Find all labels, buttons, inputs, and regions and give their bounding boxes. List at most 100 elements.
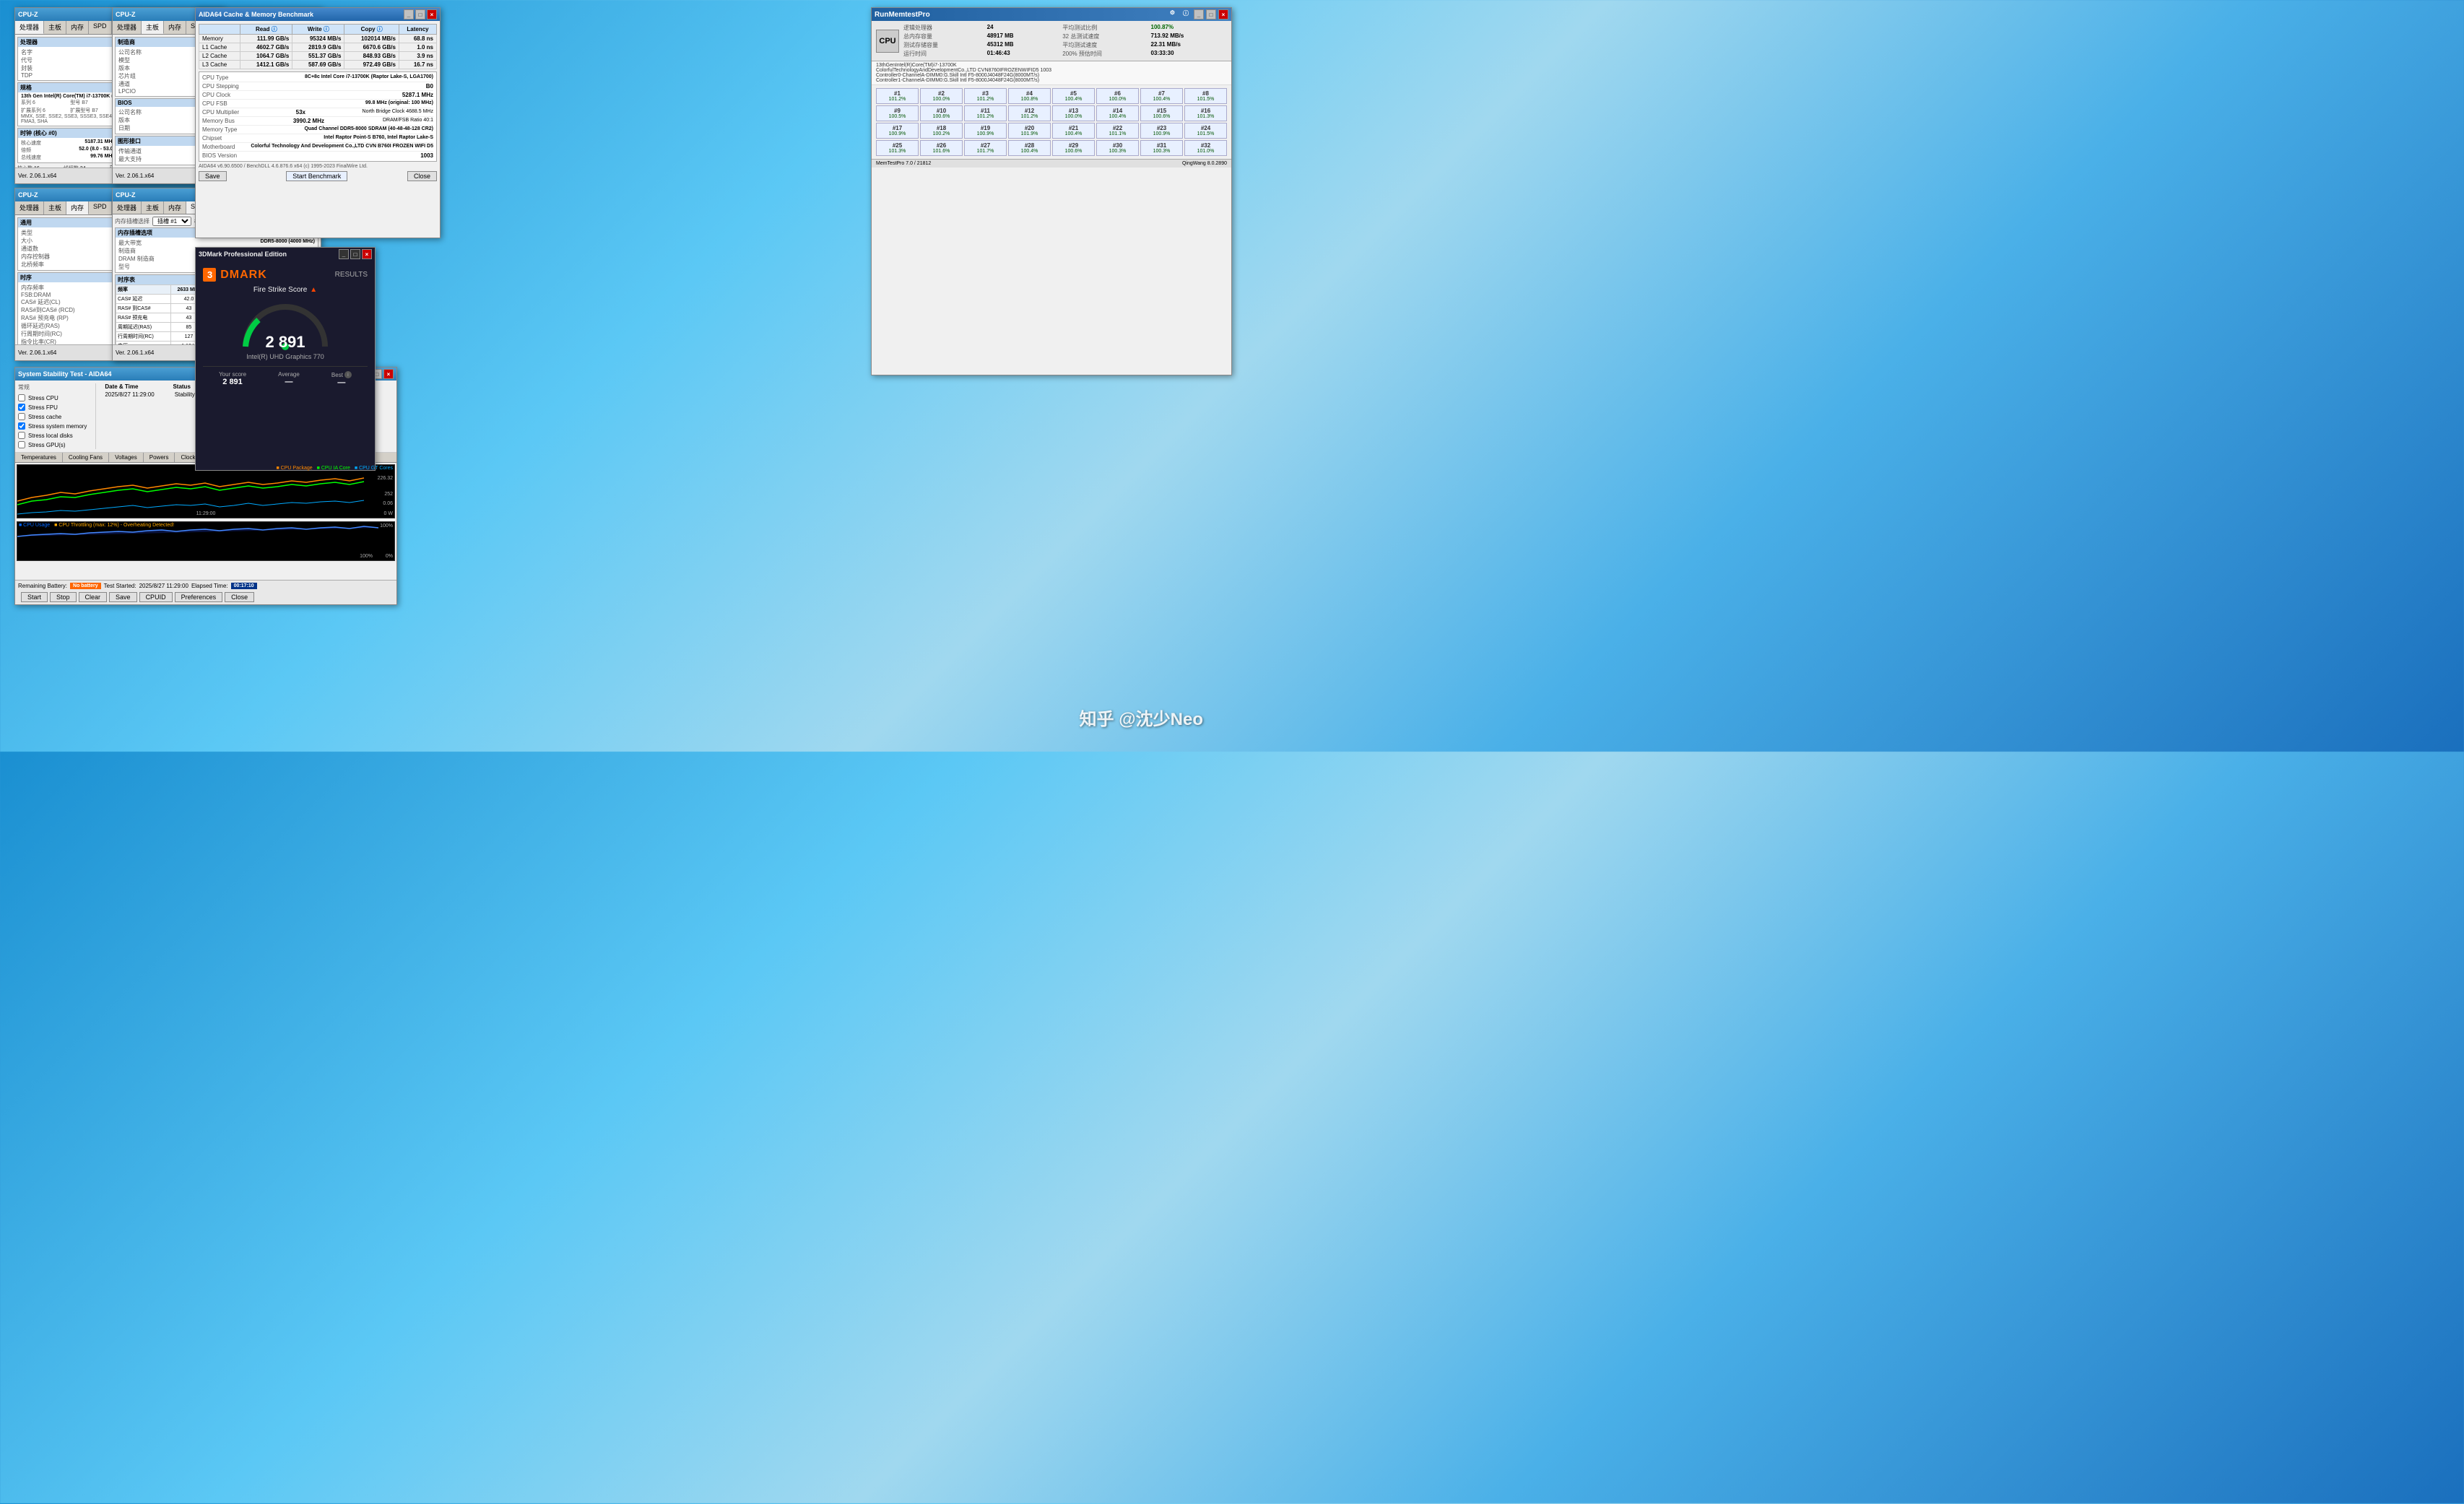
stress-disks-check[interactable] [18, 432, 25, 439]
stress-fpu-check[interactable] [18, 404, 25, 411]
cpuz3-tab-mem[interactable]: 内存 [66, 201, 89, 214]
stress-cache-check[interactable] [18, 413, 25, 420]
rmt-cell: #31100.3% [1140, 140, 1183, 156]
battery-badge: No battery [70, 583, 101, 589]
rmt-info-icon[interactable]: ⓘ [1180, 9, 1192, 19]
tdmark-logo: 3 [203, 268, 216, 282]
cpu-name-label: 名字 [21, 48, 32, 56]
sst-save-btn[interactable]: Save [109, 592, 137, 602]
rmt-cell: #23100.9% [1140, 123, 1183, 139]
cpuz2-tab-proc[interactable]: 处理器 [113, 21, 142, 34]
tdmark-close-btn[interactable]: × [362, 249, 372, 259]
watermark: 知乎 @沈少Neo [1080, 705, 1203, 730]
rmt-cell: #11101.2% [964, 105, 1007, 121]
rmt-cell: #26101.6% [920, 140, 963, 156]
cpuz4-tab-proc[interactable]: 处理器 [113, 201, 142, 214]
rmt-cell: #2100.0% [920, 88, 963, 104]
rmt-cell: #17100.9% [876, 123, 919, 139]
sst-cpuid-btn[interactable]: CPUID [139, 592, 173, 602]
stress-sysmem-row: Stress system memory [18, 422, 87, 430]
runmemtest-window: RunMemtestPro ⚙ ⓘ _ □ × CPU 逻辑处理器 24 平均测… [871, 7, 1232, 375]
sst-close-footer-btn[interactable]: Close [225, 592, 254, 602]
cpuz3-tab-mb[interactable]: 主板 [44, 201, 66, 214]
aida64-close[interactable]: × [427, 9, 437, 19]
sst-tab-powers[interactable]: Powers [144, 453, 175, 462]
rmt-cell: #6100.0% [1096, 88, 1139, 104]
tdmark-max[interactable]: □ [350, 249, 360, 259]
cpuz-tab-memory[interactable]: 内存 [66, 21, 89, 34]
aida64-window: AIDA64 Cache & Memory Benchmark _ □ × Re… [195, 7, 441, 238]
elapsed-badge: 00:17:10 [231, 583, 257, 589]
stress-cpu-check[interactable] [18, 394, 25, 401]
cpuz-tab-spd[interactable]: SPD [89, 21, 112, 34]
sst-stop-btn[interactable]: Stop [50, 592, 77, 602]
tdmark-titlebar: 3DMark Professional Edition _ □ × [196, 248, 375, 261]
rmt-cell: #5100.4% [1052, 88, 1095, 104]
sst-start-btn[interactable]: Start [21, 592, 48, 602]
aida64-max[interactable]: □ [415, 9, 425, 19]
aida64-table-row: L2 Cache 1064.7 GB/s 551.37 GB/s 848.93 … [199, 52, 437, 61]
tdmark-window: 3DMark Professional Edition _ □ × 3 DMAR… [195, 247, 376, 471]
aida64-close-btn[interactable]: Close [407, 171, 437, 181]
rmt-cell: #14100.4% [1096, 105, 1139, 121]
rmt-min[interactable]: _ [1194, 9, 1204, 19]
sst-tab-temps[interactable]: Temperatures [15, 453, 63, 462]
sst-clear-btn[interactable]: Clear [79, 592, 108, 602]
desktop: CPU-Z _ □ × 处理器 主板 内存 SPD 测试分数 关于 处理器 名字… [0, 0, 1232, 752]
tdmark-gpu: Intel(R) UHD Graphics 770 [246, 353, 324, 360]
rmt-cpu-icon: CPU [876, 30, 899, 53]
rmt-cell: #10100.6% [920, 105, 963, 121]
sst-tab-fans[interactable]: Cooling Fans [63, 453, 109, 462]
rmt-cell: #25101.3% [876, 140, 919, 156]
aida64-title: AIDA64 Cache & Memory Benchmark [199, 11, 313, 18]
sst-prefs-btn[interactable]: Preferences [175, 592, 223, 602]
rmt-cell: #24101.5% [1184, 123, 1227, 139]
rmt-cell: #30100.3% [1096, 140, 1139, 156]
tdmark-score-label: Fire Strike Score [253, 286, 307, 294]
tdmark-body: 3 DMARK RESULTS Fire Strike Score ▲ [196, 261, 375, 394]
stress-cpu-row: Stress CPU [18, 394, 87, 402]
aida64-table-row: L1 Cache 4602.7 GB/s 2819.9 GB/s 6670.6 … [199, 43, 437, 52]
tdmark-your-score: 2 891 [219, 378, 246, 386]
rmt-settings-icon[interactable]: ⚙ [1167, 9, 1178, 19]
stress-disks-row: Stress local disks [18, 431, 87, 440]
cpuz2-tab-mem[interactable]: 内存 [164, 21, 186, 34]
aida64-save-btn[interactable]: Save [199, 171, 227, 181]
cpuz3-tab-proc[interactable]: 处理器 [15, 201, 44, 214]
rmt-cell: #12101.2% [1008, 105, 1051, 121]
stress-sysmem-check[interactable] [18, 422, 25, 430]
rmt-cell: #16101.3% [1184, 105, 1227, 121]
stress-gpu-row: Stress GPU(s) [18, 440, 87, 449]
rmt-footer-version: MemTestPro 7.0 / 21812 [876, 161, 931, 166]
cpuz3-tab-spd[interactable]: SPD [89, 201, 112, 214]
rmt-cell: #27101.7% [964, 140, 1007, 156]
tdmark-min[interactable]: _ [339, 249, 349, 259]
cpuz-ver-1: Ver. 2.06.1.x64 [18, 173, 56, 179]
rmt-titlebar: RunMemtestPro ⚙ ⓘ _ □ × [872, 8, 1231, 21]
tdmark-score: 2 891 [265, 334, 305, 350]
stress-gpu-check[interactable] [18, 441, 25, 448]
spd-slot-select[interactable]: 插槽 #1 [152, 217, 191, 226]
stress-fpu-row: Stress FPU [18, 403, 87, 412]
cpuz-title-1: CPU-Z [18, 11, 38, 18]
aida64-titlebar: AIDA64 Cache & Memory Benchmark _ □ × [196, 8, 440, 21]
rmt-cell: #1101.2% [876, 88, 919, 104]
rmt-cell: #8101.5% [1184, 88, 1227, 104]
rmt-close-btn[interactable]: × [1218, 9, 1228, 19]
cpuz-tab-motherboard[interactable]: 主板 [44, 21, 66, 34]
aida64-table-row: Memory 111.99 GB/s 95324 MB/s 102014 MB/… [199, 35, 437, 43]
sst-close-btn[interactable]: × [383, 369, 394, 379]
cpuz4-tab-mb[interactable]: 主板 [142, 201, 164, 214]
cpuz-tab-processor[interactable]: 处理器 [15, 21, 44, 34]
cpuz2-tab-mb[interactable]: 主板 [142, 21, 164, 34]
rmt-max[interactable]: □ [1206, 9, 1216, 19]
rmt-cell: #29100.6% [1052, 140, 1095, 156]
rmt-title: RunMemtestPro [875, 11, 930, 19]
cpuz-ver-2: Ver. 2.06.1.x64 [116, 173, 154, 179]
sst-tab-voltages[interactable]: Voltages [109, 453, 144, 462]
stress-cache-row: Stress cache [18, 412, 87, 421]
rmt-cell: #20101.9% [1008, 123, 1051, 139]
cpuz4-tab-mem[interactable]: 内存 [164, 201, 186, 214]
aida64-min[interactable]: _ [404, 9, 414, 19]
aida64-start-btn[interactable]: Start Benchmark [286, 171, 347, 181]
